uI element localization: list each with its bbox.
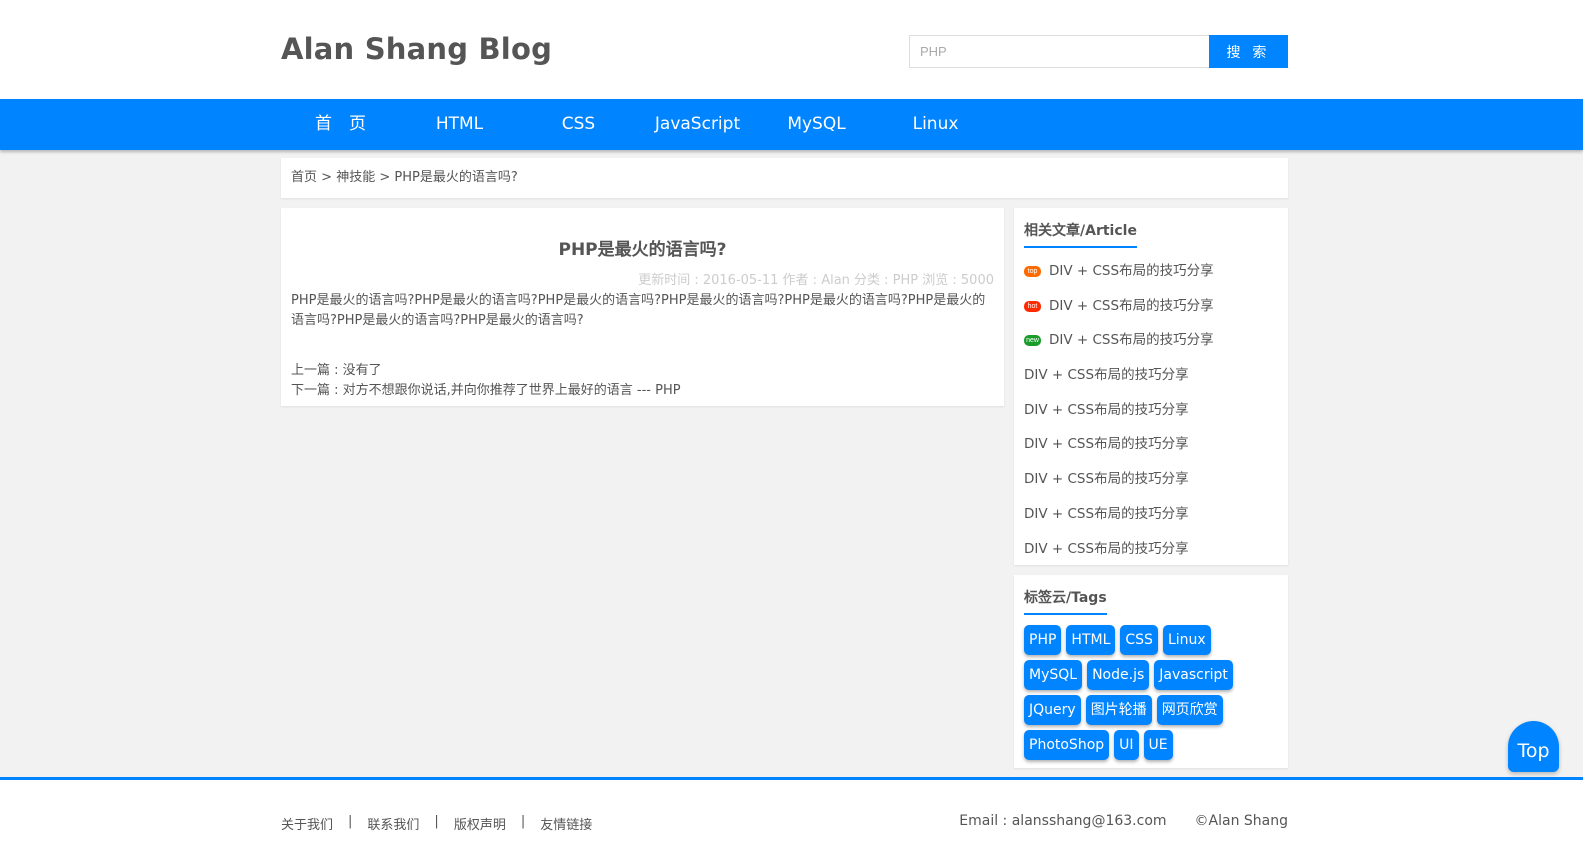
tag-item[interactable]: PhotoShop [1024, 730, 1110, 760]
tag-item[interactable]: PHP [1024, 625, 1062, 655]
footer-copyright: ©Alan Shang [1194, 813, 1288, 829]
article-prev-next: 上一篇 : 没有了 下一篇 : 对方不想跟你说话,并向你推荐了世界上最好的语言 … [291, 361, 994, 401]
related-article-title: DIV + CSS布局的技巧分享 [1049, 263, 1214, 279]
nav-item-linux[interactable]: Linux [876, 99, 995, 150]
article-title: PHP是最火的语言吗? [558, 240, 727, 260]
breadcrumb: 首页 > 神技能 > PHP是最火的语言吗? [281, 158, 1288, 198]
related-article-title: DIV + CSS布局的技巧分享 [1024, 401, 1189, 418]
nav-item-css[interactable]: CSS [519, 99, 638, 150]
nav-item-home[interactable]: 首 页 [281, 99, 400, 150]
tag-item[interactable]: Linux [1162, 625, 1211, 655]
nav-item-javascript[interactable]: JavaScript [638, 99, 757, 150]
tag-cloud-title: 标签云/Tags [1024, 587, 1107, 615]
prev-article-label: 上一篇 : [291, 363, 343, 378]
related-article-item[interactable]: top DIV + CSS布局的技巧分享 [1024, 254, 1278, 289]
site-logo[interactable]: Alan Shang Blog [281, 32, 552, 66]
top-badge-icon: top [1024, 265, 1041, 277]
article-content: PHP是最火的语言吗?PHP是最火的语言吗?PHP是最火的语言吗?PHP是最火的… [291, 293, 986, 328]
footer-link[interactable]: 版权声明 [454, 814, 506, 833]
footer-link[interactable]: 联系我们 [367, 814, 419, 833]
tag-item[interactable]: Javascript [1154, 660, 1233, 690]
nav-item-html[interactable]: HTML [400, 99, 519, 150]
related-article-item[interactable]: DIV + CSS布局的技巧分享 [1024, 393, 1278, 428]
footer-email: Email : alansshang@163.com [959, 813, 1167, 829]
related-article-title: DIV + CSS布局的技巧分享 [1024, 505, 1189, 522]
related-article-item[interactable]: hot DIV + CSS布局的技巧分享 [1024, 289, 1278, 324]
footer-separator: | [434, 814, 439, 829]
breadcrumb-separator: > [321, 170, 333, 185]
tag-item[interactable]: Node.js [1087, 660, 1150, 690]
next-article-label: 下一篇 : [291, 383, 343, 398]
related-article-item[interactable]: new DIV + CSS布局的技巧分享 [1024, 323, 1278, 358]
footer-links: 关于我们 | 联系我们 | 版权声明 | 友情链接 [281, 814, 592, 833]
hot-badge-icon: hot [1024, 300, 1041, 312]
site-header: Alan Shang Blog 搜 索 [0, 0, 1583, 99]
footer-separator: | [348, 814, 353, 829]
tag-item[interactable]: UI [1114, 730, 1139, 760]
tag-item[interactable]: MySQL [1024, 660, 1083, 690]
related-articles-panel: 相关文章/Article top DIV + CSS布局的技巧分享 hot DIV +… [1014, 208, 1288, 565]
footer-info: Email : alansshang@163.com ©Alan Shang [959, 813, 1288, 829]
related-article-title: DIV + CSS布局的技巧分享 [1024, 436, 1189, 453]
prev-article: 上一篇 : 没有了 [291, 361, 994, 381]
tag-item[interactable]: 网页欣赏 [1156, 695, 1223, 725]
nav-item-mysql[interactable]: MySQL [757, 99, 876, 150]
next-article: 下一篇 : 对方不想跟你说话,并向你推荐了世界上最好的语言 --- PHP [291, 381, 994, 401]
related-article-title: DIV + CSS布局的技巧分享 [1024, 367, 1189, 384]
prev-article-link[interactable]: 没有了 [343, 363, 382, 378]
related-article-item[interactable]: DIV + CSS布局的技巧分享 [1024, 462, 1278, 497]
main-nav: 首 页 HTML CSS JavaScript MySQL Linux [0, 99, 1583, 150]
breadcrumb-separator: > [379, 170, 391, 185]
related-article-title: DIV + CSS布局的技巧分享 [1024, 540, 1189, 557]
related-articles-title: 相关文章/Article [1024, 220, 1137, 248]
footer-link[interactable]: 关于我们 [281, 814, 333, 833]
tag-item[interactable]: UE [1143, 730, 1173, 760]
related-articles-list: top DIV + CSS布局的技巧分享 hot DIV + CSS布局的技巧分享 ne… [1024, 254, 1278, 566]
search-bar: 搜 索 [909, 35, 1288, 68]
footer-separator: | [520, 814, 526, 829]
tag-item[interactable]: 图片轮播 [1085, 695, 1152, 725]
related-article-item[interactable]: DIV + CSS布局的技巧分享 [1024, 497, 1278, 532]
back-to-top-button[interactable]: Top [1508, 721, 1559, 772]
site-footer: 关于我们 | 联系我们 | 版权声明 | 友情链接 Email : alansshang@1… [0, 777, 1583, 868]
related-article-title: DIV + CSS布局的技巧分享 [1049, 297, 1214, 314]
search-button[interactable]: 搜 索 [1209, 35, 1288, 68]
related-article-item[interactable]: DIV + CSS布局的技巧分享 [1024, 427, 1278, 462]
tag-cloud-panel: 标签云/Tags PHP HTML CSS Linux MySQL Node.js Java… [1014, 575, 1288, 768]
related-article-item[interactable]: DIV + CSS布局的技巧分享 [1024, 358, 1278, 393]
tag-item[interactable]: JQuery [1024, 695, 1081, 725]
next-article-link[interactable]: 对方不想跟你说话,并向你推荐了世界上最好的语言 --- PHP [343, 383, 681, 398]
breadcrumb-home[interactable]: 首页 [291, 170, 317, 185]
related-article-item[interactable]: DIV + CSS布局的技巧分享 [1024, 532, 1278, 567]
breadcrumb-category[interactable]: 神技能 [336, 170, 375, 185]
tag-cloud: PHP HTML CSS Linux MySQL Node.js Javascript JQu… [1024, 625, 1278, 765]
footer-link[interactable]: 友情链接 [540, 814, 592, 833]
new-badge-icon: new [1024, 335, 1041, 347]
related-article-title: DIV + CSS布局的技巧分享 [1049, 332, 1214, 349]
related-article-title: DIV + CSS布局的技巧分享 [1024, 471, 1189, 488]
search-input[interactable] [909, 35, 1209, 68]
article-meta: 更新时间 : 2016-05-11 作者 : Alan 分类 : PHP 浏览 … [638, 273, 994, 288]
tag-item[interactable]: HTML [1066, 625, 1116, 655]
tag-item[interactable]: CSS [1120, 625, 1158, 655]
article-card: PHP是最火的语言吗? 更新时间 : 2016-05-11 作者 : Alan … [281, 208, 1004, 406]
breadcrumb-current: PHP是最火的语言吗? [394, 170, 518, 185]
